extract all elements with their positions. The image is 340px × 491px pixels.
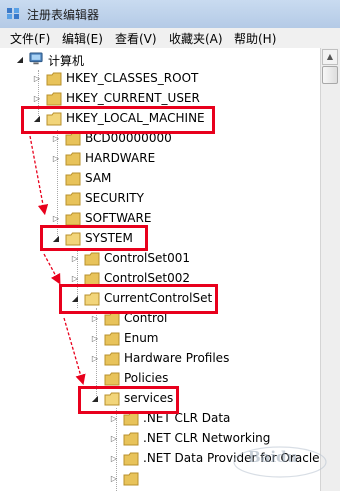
folder-icon <box>104 312 120 326</box>
folder-icon <box>104 352 120 366</box>
menu-favorites[interactable]: 收藏夹(A) <box>169 30 223 47</box>
expand-arrow-icon[interactable]: ▷ <box>51 134 61 144</box>
title-bar: 注册表编辑器 <box>0 0 340 29</box>
expand-arrow-icon[interactable]: ▷ <box>32 94 42 104</box>
menu-view[interactable]: 查看(V) <box>115 30 157 47</box>
expand-arrow-icon[interactable]: ▷ <box>90 334 100 344</box>
expand-arrow-icon[interactable]: ▷ <box>90 314 100 324</box>
expand-arrow-icon[interactable]: ▷ <box>32 74 42 84</box>
tree-label: 计算机 <box>48 54 85 68</box>
folder-icon <box>104 372 120 386</box>
expand-arrow-icon[interactable]: ▷ <box>90 354 100 364</box>
highlight-box-currentcontrolset <box>59 284 218 314</box>
watermark-logo: Baidu <box>232 440 328 480</box>
folder-icon <box>123 472 139 486</box>
folder-icon <box>123 432 139 446</box>
menu-help[interactable]: 帮助(H) <box>234 30 276 47</box>
folder-icon <box>65 152 81 166</box>
folder-icon <box>46 72 62 86</box>
scroll-up-arrow-icon[interactable]: ▲ <box>322 49 338 65</box>
tree-label: ControlSet001 <box>104 251 190 265</box>
tree-label: SECURITY <box>85 191 144 205</box>
tree-label: SAM <box>85 171 112 185</box>
folder-icon <box>84 252 100 266</box>
highlight-box-hklm <box>21 106 215 134</box>
expand-arrow-icon[interactable]: ▷ <box>51 154 61 164</box>
folder-icon <box>46 92 62 106</box>
expand-arrow-icon[interactable]: ▷ <box>51 214 61 224</box>
window-title: 注册表编辑器 <box>27 8 100 22</box>
tree-label: HKEY_CURRENT_USER <box>66 91 200 105</box>
folder-icon <box>65 192 81 206</box>
menu-file[interactable]: 文件(F) <box>10 30 50 47</box>
tree-label: HARDWARE <box>85 151 156 165</box>
tree-label: HKEY_CLASSES_ROOT <box>66 71 199 85</box>
folder-icon <box>104 332 120 346</box>
tree-label: Enum <box>124 331 159 345</box>
highlight-box-services <box>78 386 179 414</box>
expand-arrow-icon[interactable]: ▷ <box>109 414 119 424</box>
tree-label: SOFTWARE <box>85 211 152 225</box>
expand-arrow-icon[interactable]: ▷ <box>70 254 80 264</box>
menu-edit[interactable]: 编辑(E) <box>62 30 103 47</box>
folder-icon <box>65 212 81 226</box>
scroll-thumb[interactable] <box>322 66 338 84</box>
expand-arrow-icon[interactable]: ▷ <box>109 454 119 464</box>
regedit-app-icon <box>7 8 19 19</box>
collapse-arrow-icon[interactable]: ◢ <box>15 55 25 65</box>
expand-arrow-icon[interactable]: ▷ <box>70 274 80 284</box>
watermark-text: Baidu <box>248 448 298 466</box>
tree-label: Hardware Profiles <box>124 351 230 365</box>
folder-icon <box>65 132 81 146</box>
computer-icon <box>29 52 43 65</box>
menu-bar: 文件(F) 编辑(E) 查看(V) 收藏夹(A) 帮助(H) <box>0 28 340 49</box>
highlight-box-system <box>40 225 148 251</box>
expand-arrow-icon[interactable]: ▷ <box>109 434 119 444</box>
vertical-scrollbar[interactable]: ▲ <box>320 48 340 491</box>
folder-icon <box>123 412 139 426</box>
tree-label: ControlSet002 <box>104 271 190 285</box>
folder-icon <box>65 172 81 186</box>
tree-label: Policies <box>124 371 169 385</box>
folder-icon <box>123 452 139 466</box>
expand-arrow-icon[interactable]: ▷ <box>109 474 119 484</box>
